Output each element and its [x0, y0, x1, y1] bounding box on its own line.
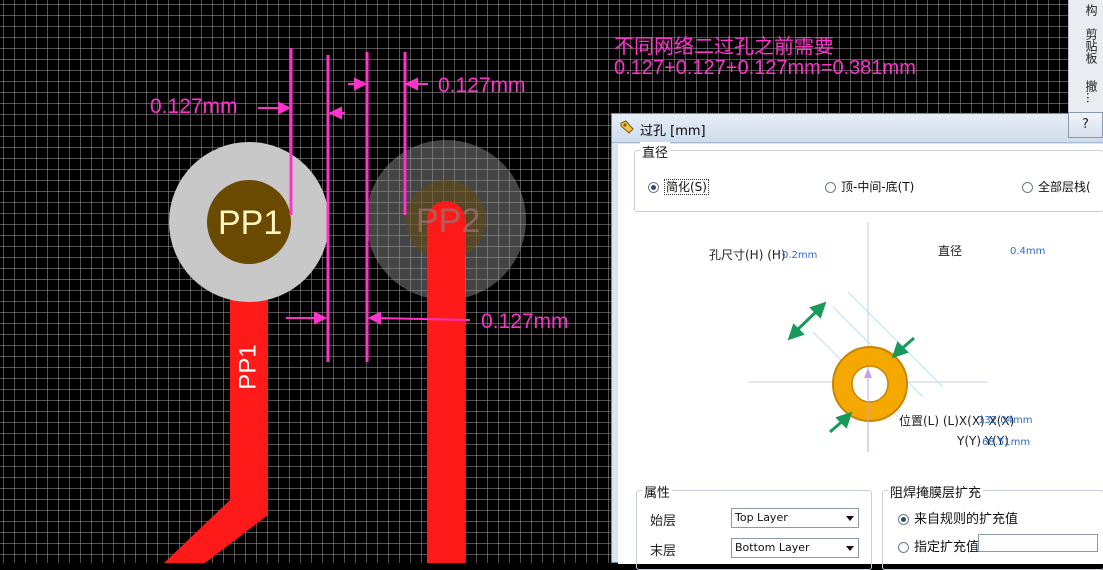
mask-expansion-input[interactable] [978, 534, 1098, 552]
hole-size-value[interactable]: 0.2mm [782, 250, 817, 261]
radio-full-stack-label: 全部层栈( [1038, 180, 1091, 194]
radio-mask-from-rule-label: 来自规则的扩充值 [914, 512, 1019, 527]
chevron-down-icon [846, 516, 854, 521]
radio-mask-specify[interactable]: 指定扩充值 [898, 536, 979, 555]
dialog-body: 直径 简化(S) 顶-中间-底(T) 全部层栈(孔尺寸(H) (H) 0.2m… [618, 142, 1103, 570]
radio-simple-dot [648, 182, 659, 193]
location-y-value[interactable]: 68.51mm [982, 437, 1030, 448]
annotation-line2: 0.127+0.127+0.127mm=0.381mm [614, 57, 916, 79]
dimension-label-left: 0.127mm [150, 95, 238, 118]
dimension-label-right: 0.127mm [438, 74, 526, 97]
help-button[interactable]: ? [1068, 112, 1103, 138]
annotation-line1: 不同网络二过孔之前需要 [614, 36, 834, 58]
radio-mask-from-rule[interactable]: 来自规则的扩充值 [898, 508, 1018, 527]
radio-top-mid-bottom-label: 顶-中间-底(T) [841, 180, 915, 194]
trace-net-label: PP1 [234, 344, 262, 390]
diameter-value[interactable]: 0.4mm [1010, 246, 1045, 257]
radio-full-stack-dot [1022, 182, 1033, 193]
side-ribbon: 构 剪贴板 撤... [1068, 0, 1103, 112]
radio-mask-specify-dot [898, 542, 909, 553]
ribbon-item-undo[interactable]: 撤... [1073, 80, 1100, 103]
start-layer-value: Top Layer [735, 511, 788, 524]
hole-size-label: 孔尺寸(H) (H) [709, 248, 786, 262]
end-layer-select[interactable]: Bottom Layer [731, 538, 859, 558]
end-layer-value: Bottom Layer [735, 541, 810, 554]
chevron-down-icon [846, 546, 854, 551]
solder-mask-group [882, 490, 1103, 570]
radio-top-mid-bottom[interactable]: 顶-中间-底(T) [825, 178, 914, 195]
trace-pp2[interactable] [427, 201, 465, 563]
start-layer-select[interactable]: Top Layer [731, 508, 859, 528]
radio-mask-specify-label: 指定扩充值 [914, 540, 980, 555]
trace-pp1[interactable] [164, 290, 268, 563]
solder-mask-group-title: 阻焊掩膜层扩充 [888, 482, 984, 501]
radio-full-stack[interactable]: 全部层栈( [1022, 178, 1091, 195]
dimension-label-bottom: 0.127mm [481, 310, 569, 333]
pad-pp1-label: PP1 [218, 204, 283, 242]
radio-mask-from-rule-dot [898, 514, 909, 525]
start-layer-label: 始层 [650, 514, 677, 529]
radio-top-mid-bottom-dot [825, 182, 836, 193]
via-icon [620, 120, 634, 134]
diameter-label: 直径 [938, 244, 963, 258]
properties-group-title: 属性 [642, 482, 673, 501]
radio-simple-label: 简化(S) [664, 179, 709, 195]
ribbon-item-clipboard[interactable]: 剪贴板 [1073, 28, 1100, 64]
dialog-titlebar[interactable]: 过孔 [mm] [612, 114, 1103, 143]
radio-simple[interactable]: 简化(S) [648, 178, 709, 195]
end-layer-label: 末层 [650, 544, 677, 559]
via-dialog: 过孔 [mm] 直径 简化(S) 顶-中间-底(T) 全部层栈(孔尺寸(H) … [611, 113, 1103, 570]
diameter-group-title: 直径 [640, 142, 671, 161]
dialog-title: 过孔 [mm] [640, 124, 706, 139]
location-x-value[interactable]: 132.04mm [978, 415, 1032, 426]
ribbon-item-structure[interactable]: 构 [1073, 4, 1100, 16]
pad-pp2-label: PP2 [416, 202, 481, 240]
